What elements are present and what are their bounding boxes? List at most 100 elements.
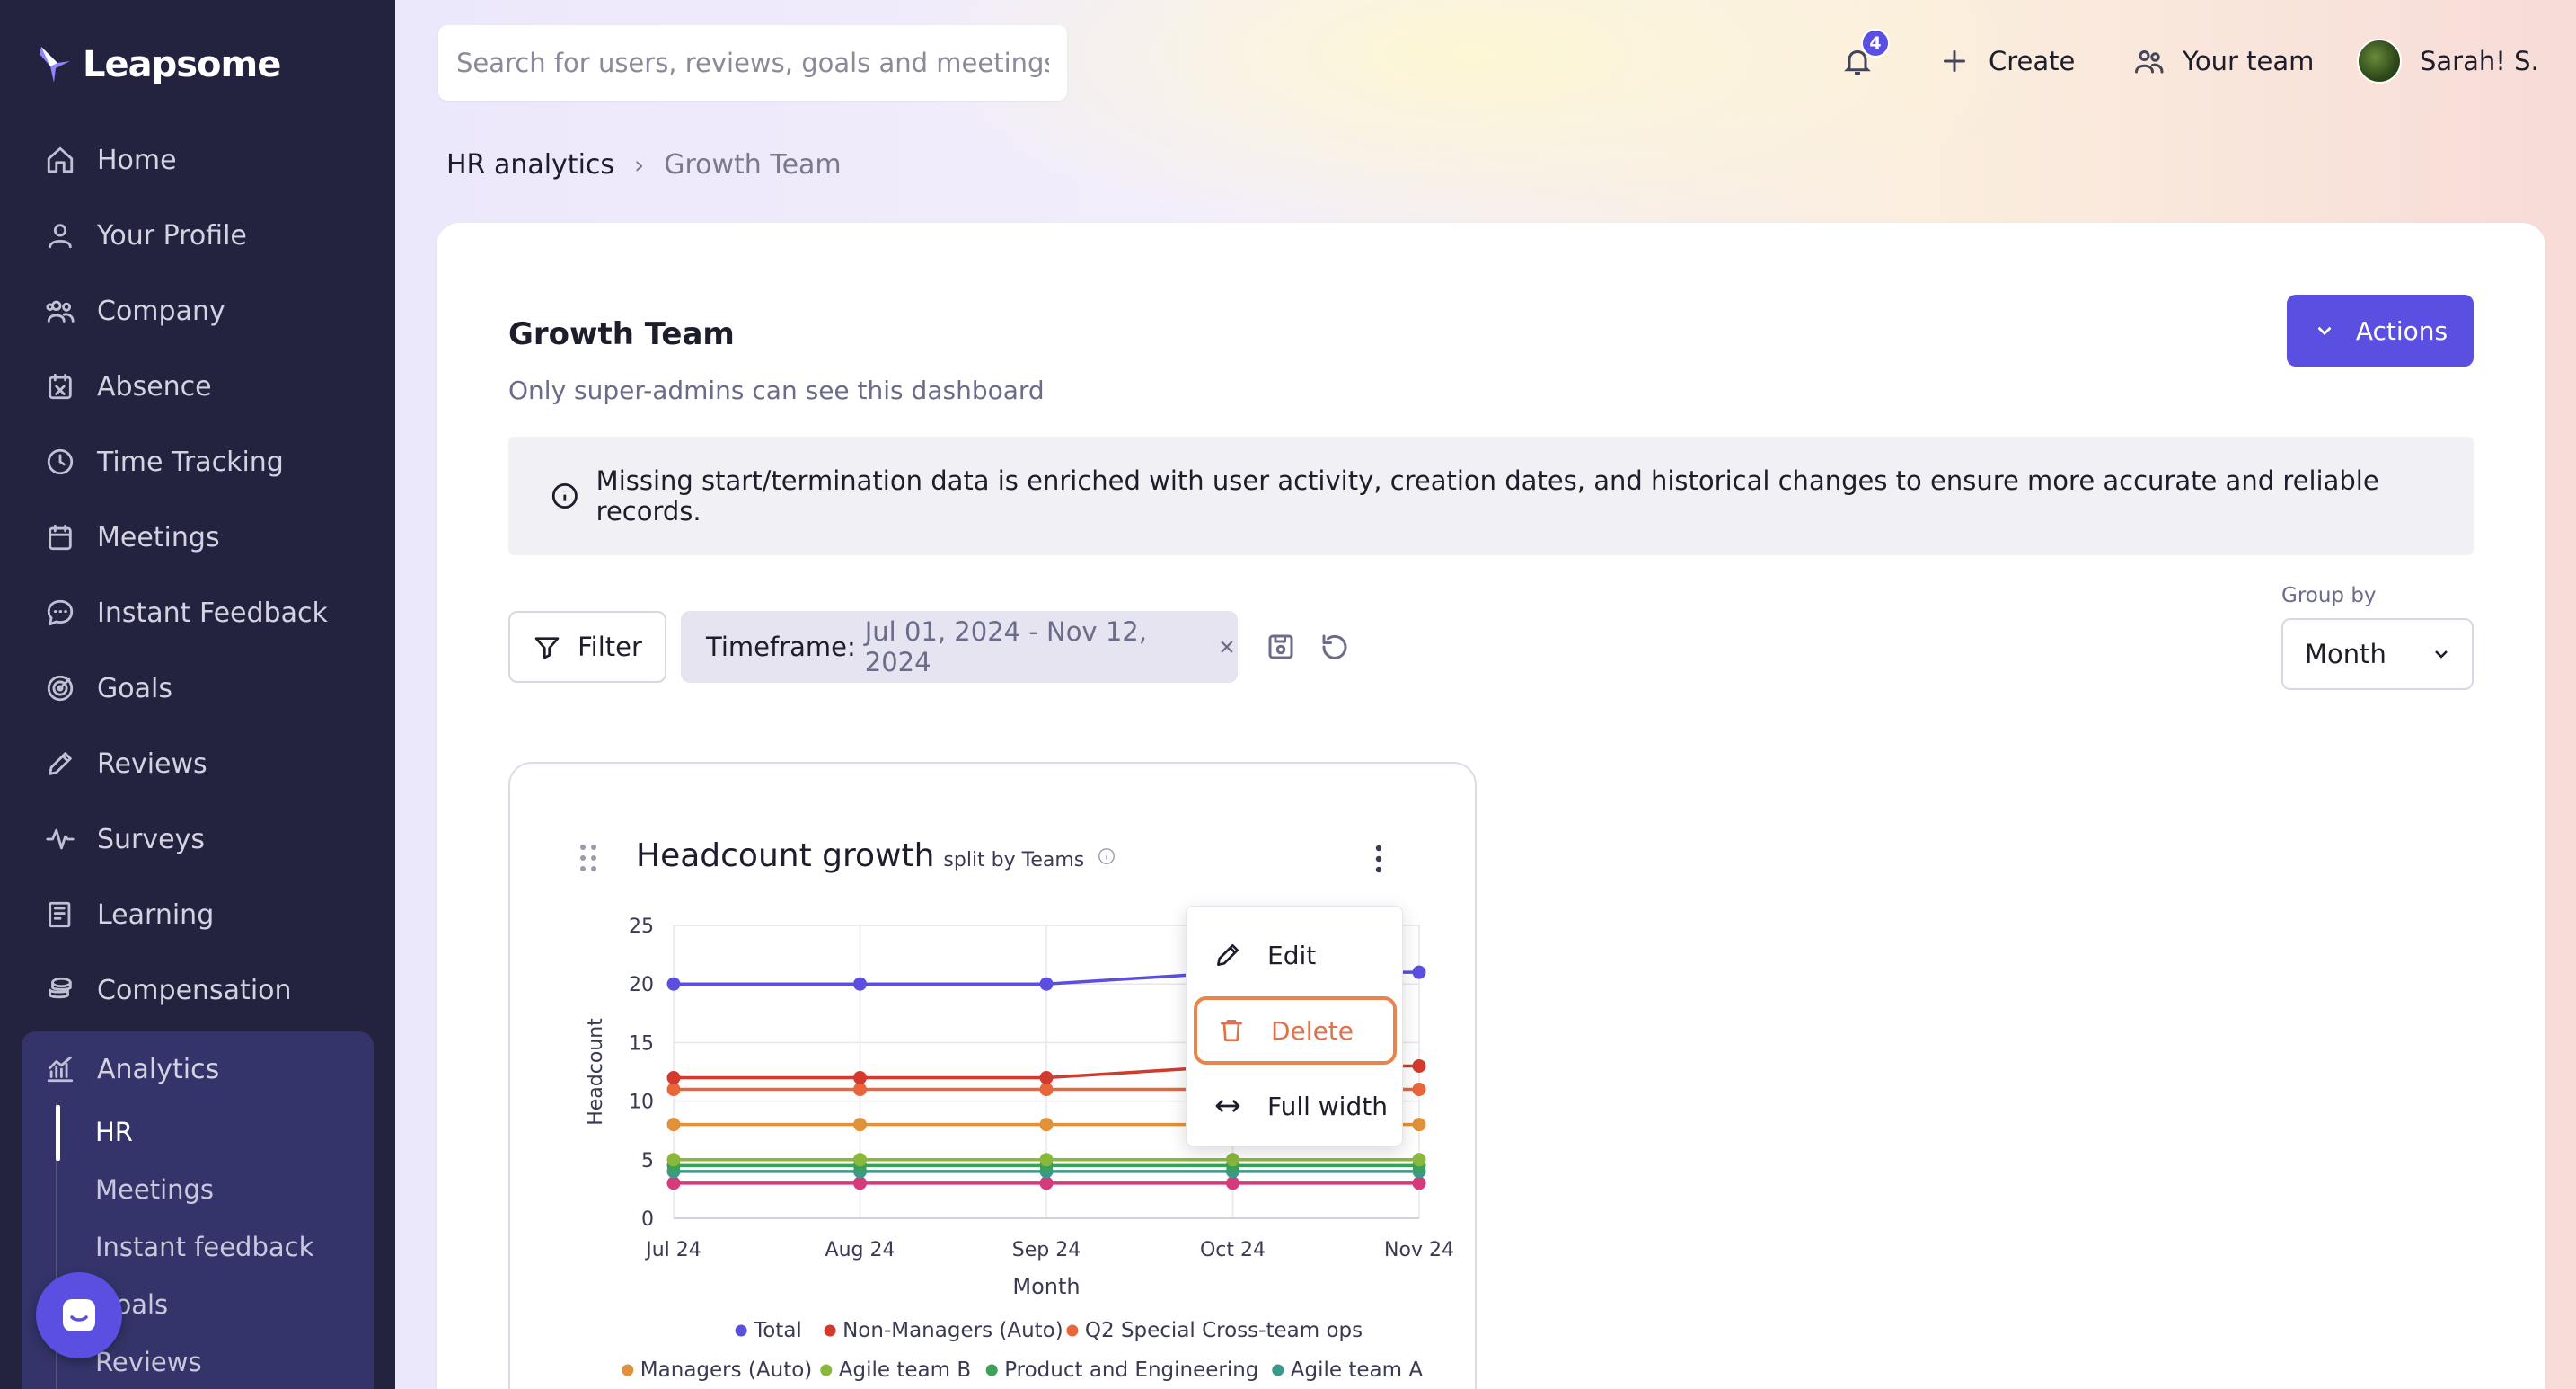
sidebar-item-label: Goals xyxy=(97,672,172,704)
menu-item-edit[interactable]: Edit xyxy=(1194,921,1397,989)
legend-marker xyxy=(820,1364,833,1376)
plus-icon xyxy=(1944,50,1965,72)
close-icon[interactable] xyxy=(1216,635,1238,659)
user-menu[interactable]: Sarah! S. xyxy=(2357,36,2539,86)
legend-marker xyxy=(1066,1324,1079,1337)
data-point xyxy=(1412,1083,1426,1097)
legend-marker xyxy=(1272,1364,1284,1376)
y-tick-label: 5 xyxy=(641,1150,654,1172)
legend-marker xyxy=(735,1324,747,1337)
create-button[interactable]: Create xyxy=(1938,36,2075,86)
dashboard-card: Growth Team Only super-admins can see th… xyxy=(437,223,2545,1389)
sidebar-item-analytics[interactable]: Analytics xyxy=(22,1031,374,1107)
sidebar-item-label: Analytics xyxy=(97,1053,220,1085)
chevron-down-icon xyxy=(2435,650,2448,659)
legend-item: Agile team A xyxy=(1291,1358,1424,1382)
timeframe-value: Jul 01, 2024 - Nov 12, 2024 xyxy=(864,616,1147,677)
more-options-icon[interactable] xyxy=(1372,843,1385,875)
target-icon xyxy=(47,675,74,702)
company-icon xyxy=(46,300,75,323)
y-tick-label: 0 xyxy=(641,1208,654,1231)
filter-label: Filter xyxy=(578,632,642,662)
chat-icon xyxy=(47,599,74,626)
y-tick-label: 10 xyxy=(629,1092,654,1114)
data-point xyxy=(1412,1058,1426,1073)
legend-item: Non-Managers (Auto) xyxy=(842,1319,1063,1342)
subnav-item-hr[interactable]: HR xyxy=(95,1103,313,1161)
data-point xyxy=(1412,965,1426,979)
save-icon[interactable] xyxy=(1265,631,1297,663)
sidebar-item-surveys[interactable]: Surveys xyxy=(22,801,374,877)
info-icon[interactable] xyxy=(1097,846,1116,866)
data-point xyxy=(853,1118,867,1132)
subnav-item-reviews[interactable]: Reviews xyxy=(95,1333,313,1389)
sidebar-item-learning[interactable]: Learning xyxy=(22,877,374,952)
sidebar-item-home[interactable]: Home xyxy=(22,122,374,198)
support-chat-button[interactable] xyxy=(36,1272,122,1358)
chevron-down-icon xyxy=(2317,326,2332,336)
sidebar-item-absence[interactable]: Absence xyxy=(22,349,374,424)
group-by-select[interactable]: Month xyxy=(2281,618,2474,690)
sidebar-item-label: Your Profile xyxy=(97,219,247,252)
timeframe-filter-chip[interactable]: Timeframe: Jul 01, 2024 - Nov 12, 2024 xyxy=(681,611,1238,683)
widget-context-menu: Edit Delete Full width xyxy=(1186,906,1403,1146)
sidebar-item-label: Compensation xyxy=(97,974,292,1006)
subnav-item-meetings[interactable]: Meetings xyxy=(95,1161,313,1218)
sidebar-item-goals[interactable]: Goals xyxy=(22,650,374,726)
search-input[interactable] xyxy=(456,48,1049,78)
x-tick-label: Aug 24 xyxy=(825,1239,895,1261)
actions-button[interactable]: Actions xyxy=(2287,295,2474,367)
data-point xyxy=(1226,1176,1239,1190)
filter-button[interactable]: Filter xyxy=(508,611,666,683)
sidebar-item-meetings[interactable]: Meetings xyxy=(22,500,374,575)
analytics-icon xyxy=(47,1056,74,1083)
x-tick-label: Nov 24 xyxy=(1384,1239,1454,1261)
data-point xyxy=(666,1118,681,1132)
pencil-icon xyxy=(1217,944,1239,966)
sidebar-item-time-tracking[interactable]: Time Tracking xyxy=(22,424,374,500)
sidebar-item-instant-feedback[interactable]: Instant Feedback xyxy=(22,575,374,650)
arrows-horizontal-icon xyxy=(1215,1100,1240,1112)
data-point xyxy=(1039,977,1054,991)
x-tick-label: Oct 24 xyxy=(1200,1239,1266,1261)
user-name: Sarah! S. xyxy=(2420,46,2539,76)
legend-item: Agile team B xyxy=(839,1358,971,1382)
subnav-item-goals[interactable]: Goals xyxy=(95,1276,313,1333)
sidebar-nav: Home Your Profile Company Absence Time T… xyxy=(22,122,374,1028)
subnav-item-instant-feedback[interactable]: Instant feedback xyxy=(95,1218,313,1276)
subnav-active-indicator xyxy=(56,1105,60,1161)
global-search[interactable] xyxy=(438,25,1067,101)
group-by-value: Month xyxy=(2305,639,2386,669)
widget-title: Headcount growth split by Teams xyxy=(636,837,1116,874)
breadcrumb-hr-analytics[interactable]: HR analytics xyxy=(446,149,614,181)
menu-item-delete[interactable]: Delete xyxy=(1194,996,1397,1065)
data-point xyxy=(1039,1118,1054,1132)
legend-item: Managers (Auto) xyxy=(640,1358,812,1382)
team-icon xyxy=(2135,50,2164,74)
actions-label: Actions xyxy=(2355,315,2448,346)
sidebar-item-your-profile[interactable]: Your Profile xyxy=(22,198,374,273)
book-icon xyxy=(49,901,71,928)
sidebar-item-reviews[interactable]: Reviews xyxy=(22,726,374,801)
notifications-button[interactable]: 4 xyxy=(1841,29,1890,83)
sidebar-item-label: Learning xyxy=(97,898,215,931)
reset-icon[interactable] xyxy=(1319,631,1351,663)
info-banner: Missing start/termination data is enrich… xyxy=(508,437,2474,555)
chevron-right-icon: › xyxy=(634,150,645,180)
drag-handle-icon[interactable] xyxy=(578,843,598,873)
legend-marker xyxy=(824,1324,836,1337)
pencil-icon xyxy=(49,752,72,775)
sidebar-item-company[interactable]: Company xyxy=(22,273,374,349)
clock-icon xyxy=(47,448,74,475)
pulse-icon xyxy=(46,828,75,850)
data-point xyxy=(666,1153,681,1167)
your-team-button[interactable]: Your team xyxy=(2132,36,2314,86)
sidebar: Leapsome Home Your Profile Company Absen… xyxy=(0,0,395,1389)
leapsome-logo[interactable]: Leapsome xyxy=(38,40,281,90)
trash-icon xyxy=(1221,1020,1242,1041)
y-tick-label: 25 xyxy=(629,916,654,938)
page-subtitle: Only super-admins can see this dashboard xyxy=(508,376,1045,405)
sidebar-item-compensation[interactable]: Compensation xyxy=(22,952,374,1028)
data-point xyxy=(1226,1153,1239,1167)
menu-item-full-width[interactable]: Full width xyxy=(1194,1072,1397,1140)
